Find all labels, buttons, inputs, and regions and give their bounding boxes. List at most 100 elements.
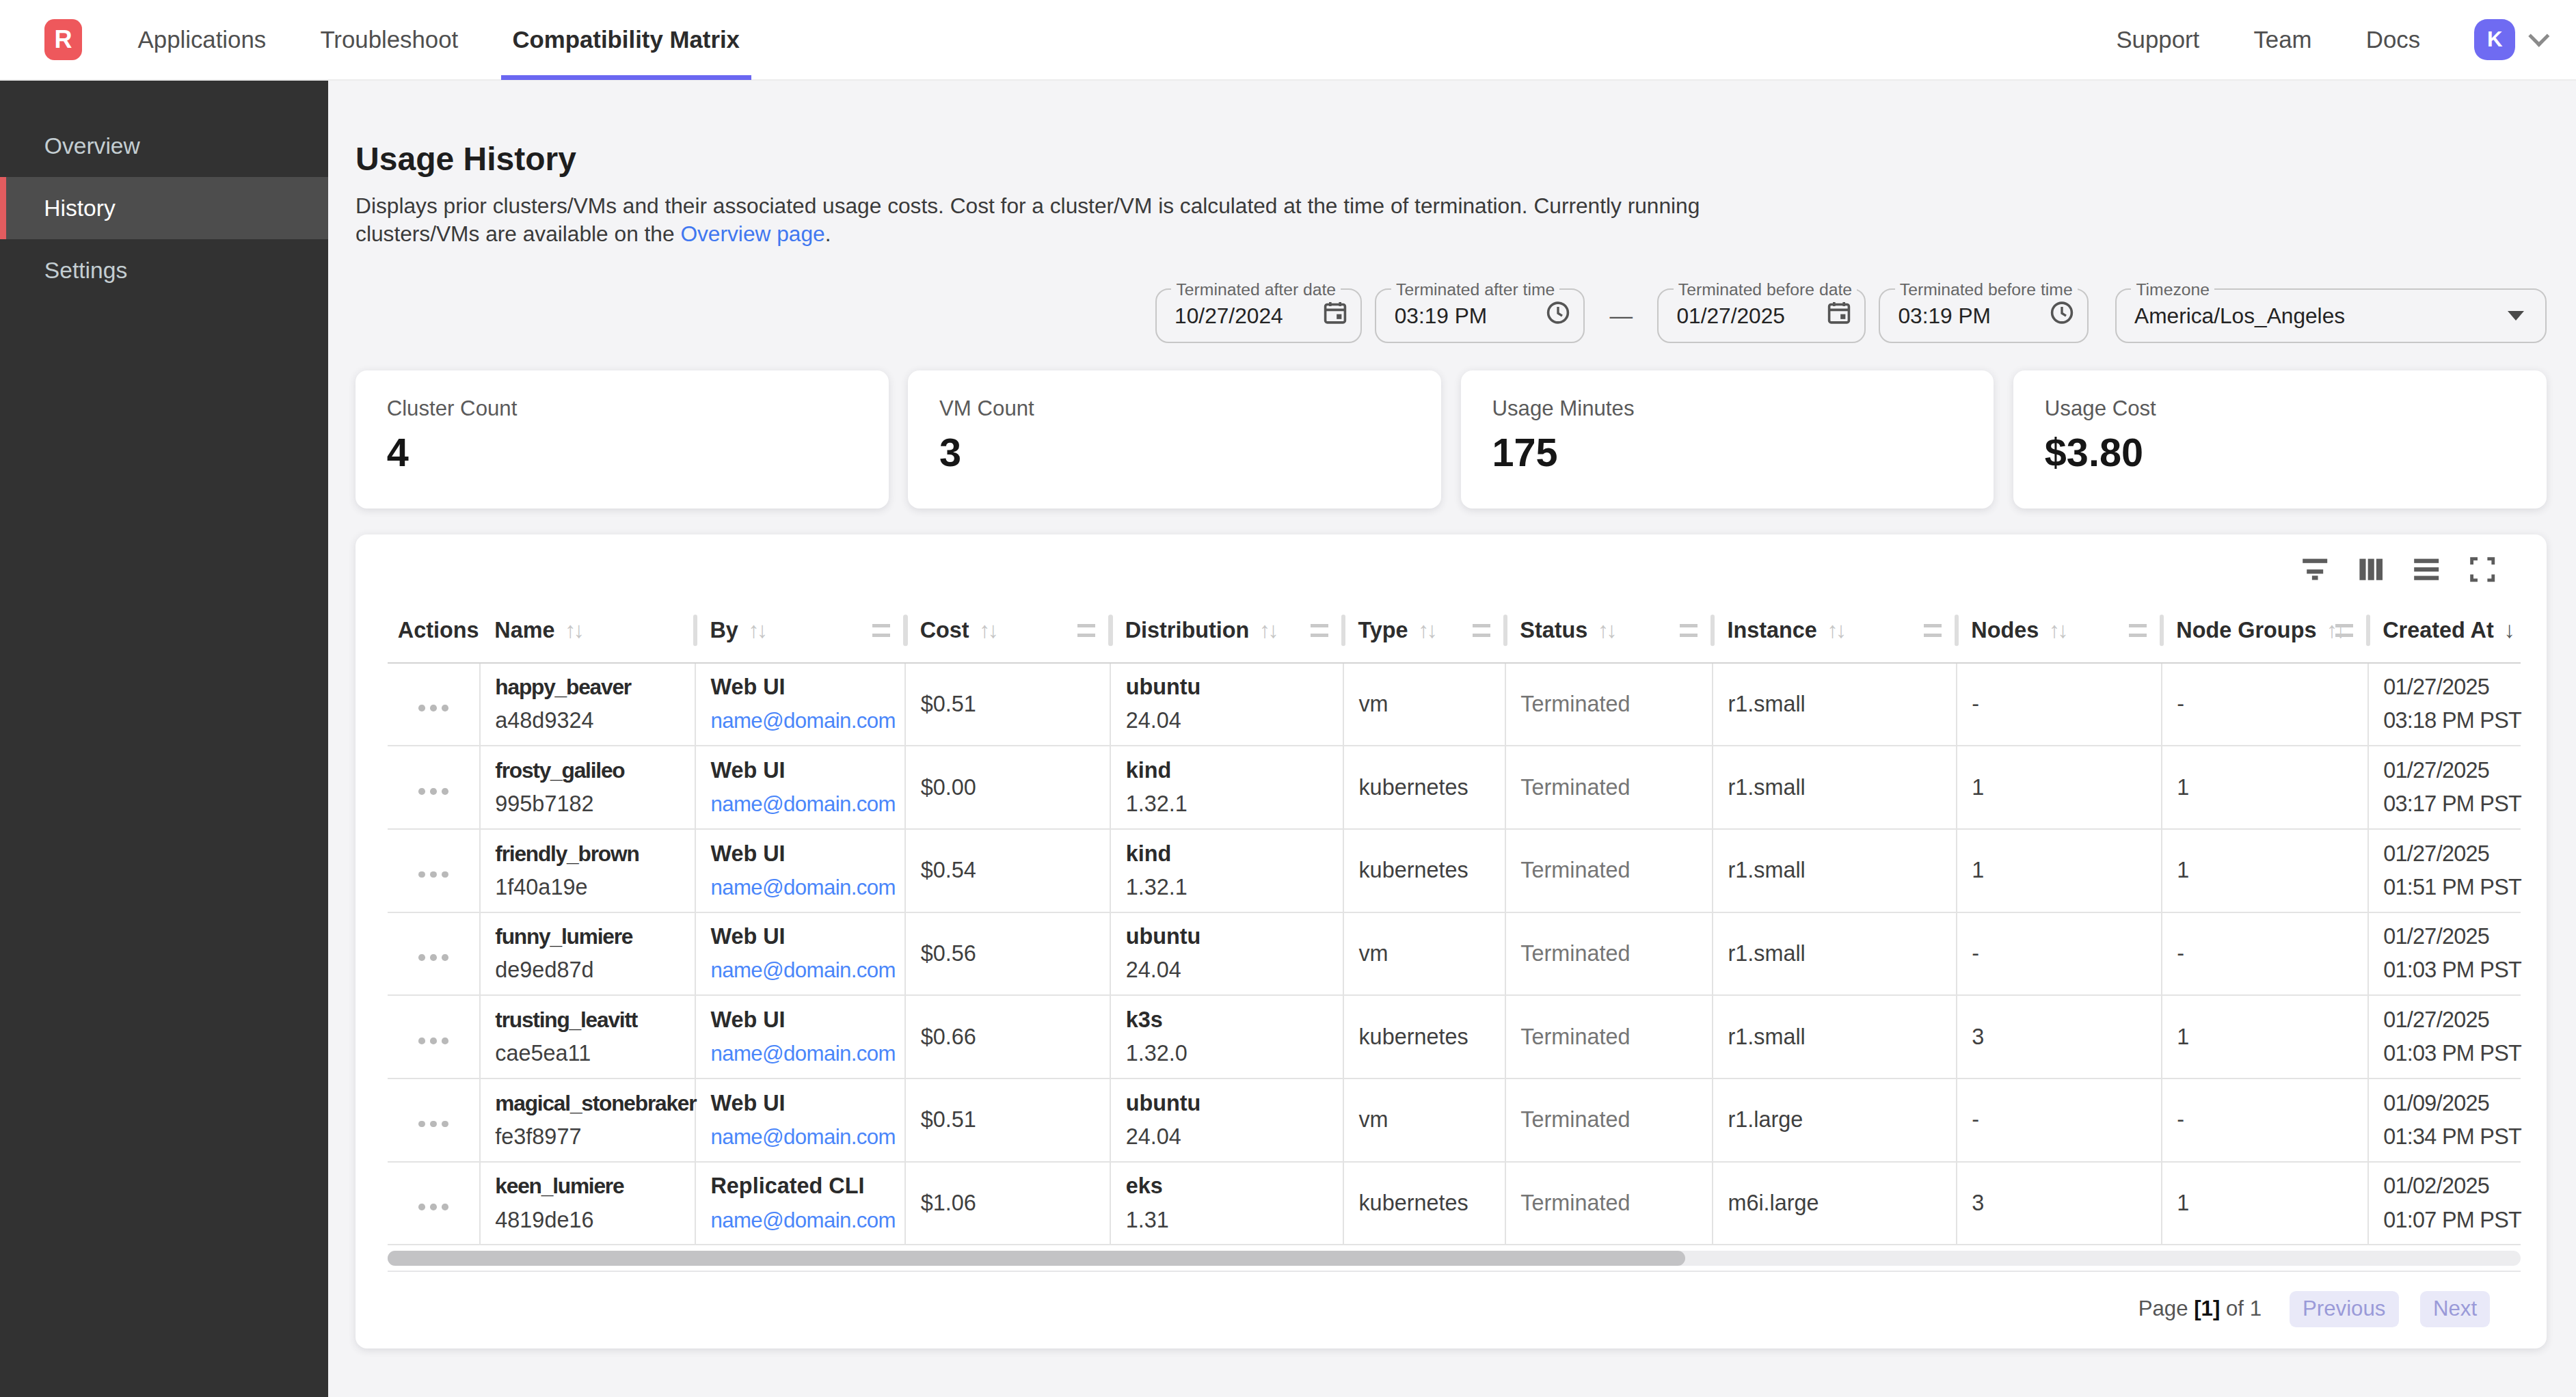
sort-icon[interactable]: ↑↓ <box>1598 618 1615 642</box>
column-menu-icon[interactable] <box>1311 624 1328 637</box>
nav-item-troubleshoot[interactable]: Troubleshoot <box>320 0 458 80</box>
column-menu-icon[interactable] <box>1473 624 1490 637</box>
creator-email-link[interactable]: name@domain.com <box>710 709 896 733</box>
user-avatar[interactable]: K <box>2474 19 2515 60</box>
column-header-type[interactable]: Type↑↓ <box>1343 599 1505 663</box>
row-actions-button[interactable] <box>416 1121 451 1128</box>
sort-icon[interactable]: ↑↓ <box>1827 618 1844 642</box>
creator-email-link[interactable]: name@domain.com <box>710 876 896 899</box>
column-menu-icon[interactable] <box>2335 624 2353 637</box>
column-header-created[interactable]: Created At↓ <box>2368 599 2521 663</box>
row-actions-button[interactable] <box>416 1204 451 1210</box>
terminated-after-date-field[interactable]: Terminated after date 10/27/2024 <box>1155 288 1362 342</box>
sort-desc-icon[interactable]: ↓ <box>2504 617 2515 642</box>
column-header-nodes[interactable]: Nodes↑↓ <box>1957 599 2162 663</box>
calendar-icon[interactable] <box>1827 300 1851 331</box>
cell-nodes: 1 <box>1957 829 2162 912</box>
clock-icon[interactable] <box>2050 300 2074 331</box>
stat-usage-cost: Usage Cost $3.80 <box>2013 370 2547 508</box>
column-header-name[interactable]: Name↑↓ <box>480 599 695 663</box>
columns-icon[interactable] <box>2358 556 2384 582</box>
calendar-icon[interactable] <box>1323 300 1347 331</box>
nav-item-compatibility-matrix[interactable]: Compatibility Matrix <box>501 0 751 80</box>
cell-node_groups: - <box>2162 1079 2368 1162</box>
cell-created: 01/27/202503:18 PM PST <box>2368 663 2521 746</box>
row-actions-button[interactable] <box>416 871 451 878</box>
column-menu-icon[interactable] <box>2129 624 2147 637</box>
nav-item-support[interactable]: Support <box>2116 0 2199 80</box>
nav-item-applications[interactable]: Applications <box>138 0 267 80</box>
creator-email-link[interactable]: name@domain.com <box>710 958 896 982</box>
cell-distribution: kind1.32.1 <box>1110 829 1343 912</box>
overview-page-link[interactable]: Overview page <box>680 221 824 246</box>
cell-cost: $0.54 <box>905 829 1110 912</box>
cell-name: happy_beavera48d9324 <box>480 663 695 746</box>
cell-nodes: - <box>1957 912 2162 996</box>
cell-distribution: ubuntu24.04 <box>1110 912 1343 996</box>
fullscreen-icon[interactable] <box>2469 556 2495 582</box>
sort-icon[interactable]: ↑↓ <box>565 618 582 642</box>
terminated-after-time-field[interactable]: Terminated after time 03:19 PM <box>1375 288 1585 342</box>
replicated-logo[interactable]: R <box>44 19 82 60</box>
cell-actions <box>388 663 479 746</box>
stat-cluster-count: Cluster Count 4 <box>355 370 889 508</box>
sort-icon[interactable]: ↑↓ <box>2049 618 2066 642</box>
chevron-down-icon[interactable] <box>2529 26 2550 47</box>
filter-icon[interactable] <box>2302 556 2328 582</box>
cell-status: Terminated <box>1505 663 1713 746</box>
column-menu-icon[interactable] <box>872 624 890 637</box>
cell-instance: r1.large <box>1713 1079 1957 1162</box>
sort-icon[interactable]: ↑↓ <box>979 618 996 642</box>
sort-icon[interactable]: ↑↓ <box>1418 618 1435 642</box>
top-navigation: R Applications Troubleshoot Compatibilit… <box>0 0 2576 81</box>
density-icon[interactable] <box>2413 556 2439 582</box>
sidebar-item-settings[interactable]: Settings <box>0 239 328 301</box>
column-header-node_groups[interactable]: Node Groups↑↓ <box>2162 599 2368 663</box>
column-header-actions: Actions <box>388 599 479 663</box>
column-header-by[interactable]: By↑↓ <box>695 599 905 663</box>
cell-instance: r1.small <box>1713 829 1957 912</box>
column-menu-icon[interactable] <box>1077 624 1095 637</box>
cell-status: Terminated <box>1505 829 1713 912</box>
cell-node_groups: 1 <box>2162 995 2368 1079</box>
terminated-before-date-field[interactable]: Terminated before date 01/27/2025 <box>1657 288 1866 342</box>
cell-by: Web UIname@domain.com <box>695 663 905 746</box>
creator-email-link[interactable]: name@domain.com <box>710 1125 896 1149</box>
table-row: funny_lumierede9ed87dWeb UIname@domain.c… <box>388 912 2520 996</box>
timezone-select[interactable]: Timezone America/Los_Angeles <box>2115 288 2547 342</box>
creator-email-link[interactable]: name@domain.com <box>710 1042 896 1066</box>
column-header-cost[interactable]: Cost↑↓ <box>905 599 1110 663</box>
next-page-button[interactable]: Next <box>2420 1291 2491 1327</box>
creator-email-link[interactable]: name@domain.com <box>710 792 896 816</box>
sidebar-item-overview[interactable]: Overview <box>0 115 328 177</box>
cell-cost: $0.56 <box>905 912 1110 996</box>
cell-cost: $0.51 <box>905 663 1110 746</box>
creator-email-link[interactable]: name@domain.com <box>710 1208 896 1232</box>
nav-item-team[interactable]: Team <box>2253 0 2311 80</box>
previous-page-button[interactable]: Previous <box>2290 1291 2399 1327</box>
scrollbar-thumb[interactable] <box>388 1251 1685 1266</box>
row-actions-button[interactable] <box>416 788 451 795</box>
cell-nodes: 3 <box>1957 1162 2162 1245</box>
nav-item-docs[interactable]: Docs <box>2366 0 2420 80</box>
column-menu-icon[interactable] <box>1680 624 1698 637</box>
row-actions-button[interactable] <box>416 705 451 711</box>
cell-type: kubernetes <box>1343 1162 1505 1245</box>
cell-status: Terminated <box>1505 995 1713 1079</box>
terminated-before-time-field[interactable]: Terminated before time 03:19 PM <box>1879 288 2089 342</box>
cell-created: 01/27/202503:17 PM PST <box>2368 746 2521 829</box>
sort-icon[interactable]: ↑↓ <box>748 618 765 642</box>
column-menu-icon[interactable] <box>1924 624 1942 637</box>
row-actions-button[interactable] <box>416 1037 451 1044</box>
page-description: Displays prior clusters/VMs and their as… <box>355 192 2547 248</box>
column-header-instance[interactable]: Instance↑↓ <box>1713 599 1957 663</box>
horizontal-scrollbar[interactable] <box>388 1251 2520 1266</box>
row-actions-button[interactable] <box>416 954 451 961</box>
sidebar-item-history[interactable]: History <box>0 177 328 239</box>
date-range-separator: — <box>1609 303 1633 329</box>
sort-icon[interactable]: ↑↓ <box>1259 618 1276 642</box>
column-header-status[interactable]: Status↑↓ <box>1505 599 1713 663</box>
cell-name: trusting_leavittcae5ea11 <box>480 995 695 1079</box>
clock-icon[interactable] <box>1546 300 1570 331</box>
column-header-distribution[interactable]: Distribution↑↓ <box>1110 599 1343 663</box>
